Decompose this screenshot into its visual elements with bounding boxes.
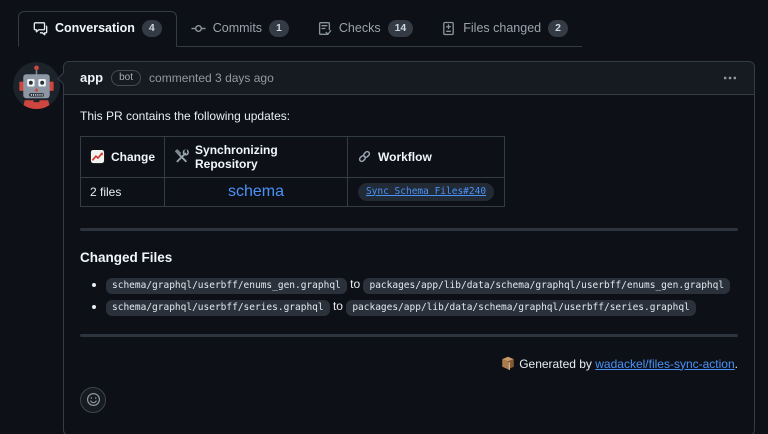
tab-commits-label: Commits — [212, 21, 263, 36]
add-reaction-button[interactable] — [80, 386, 106, 413]
robot-avatar-image — [13, 61, 60, 109]
link-icon — [358, 150, 371, 163]
checklist-icon — [318, 21, 332, 35]
updates-table: Change Synchronizing Repository Workflow… — [79, 135, 506, 207]
tab-checks-label: Checks — [338, 21, 381, 36]
comment-timestamp[interactable]: commented 3 days ago — [149, 71, 274, 85]
divider — [80, 227, 738, 231]
comment-intro: This PR contains the following updates: — [80, 108, 291, 123]
bot-avatar[interactable] — [13, 61, 60, 109]
repo-link[interactable]: schema — [228, 183, 284, 200]
tab-checks-count: 14 — [387, 20, 414, 37]
table-header-row: Change Synchronizing Repository Workflow — [79, 135, 506, 178]
tab-checks[interactable]: Checks 14 — [303, 12, 427, 46]
list-item: schema/graphql/userbff/enums_gen.graphql… — [92, 276, 738, 294]
generated-by-text: Generated by — [519, 356, 596, 371]
files-sync-action-link[interactable]: wadackel/files-sync-action — [595, 357, 734, 371]
comment-discussion-icon — [33, 21, 48, 36]
tab-files-changed-label: Files changed — [463, 21, 542, 36]
tab-conversation[interactable]: Conversation 4 — [18, 11, 177, 47]
tab-commits[interactable]: Commits 1 — [177, 12, 303, 46]
changed-files-heading: Changed Files — [80, 249, 173, 265]
col-repo-label: Synchronizing Repository — [195, 142, 278, 171]
tab-conversation-label: Conversation — [55, 21, 135, 36]
changed-files-list: schema/graphql/userbff/enums_gen.graphql… — [92, 276, 738, 316]
to-label: to — [350, 276, 361, 291]
generated-by-suffix: . — [734, 356, 738, 371]
file-path-from: schema/graphql/userbff/series.graphql — [106, 299, 330, 316]
chart-increasing-icon — [90, 149, 105, 164]
generated-by-line: Generated by wadackel/files-sync-action. — [80, 356, 738, 371]
hammer-and-wrench-icon — [175, 149, 189, 163]
tab-files-changed-count: 2 — [548, 20, 568, 37]
file-path-from: schema/graphql/userbff/enums_gen.graphql — [106, 277, 347, 294]
file-path-to: packages/app/lib/data/schema/graphql/use… — [363, 277, 731, 294]
list-item: schema/graphql/userbff/series.graphql to… — [92, 298, 738, 316]
comment-author[interactable]: app — [80, 70, 103, 85]
to-label: to — [332, 298, 343, 313]
comment-header: app bot commented 3 days ago — [64, 61, 754, 95]
tab-files-changed[interactable]: Files changed 2 — [427, 12, 582, 46]
smiley-icon — [86, 392, 100, 407]
file-path-to: packages/app/lib/data/schema/graphql/use… — [346, 299, 696, 316]
col-workflow-label: Workflow — [378, 149, 432, 164]
git-commit-icon — [191, 24, 206, 32]
tab-commits-count: 1 — [269, 20, 289, 37]
package-icon — [502, 356, 514, 370]
divider — [80, 333, 738, 337]
table-data-row: 2 files schema Sync Schema Files#240 — [79, 176, 506, 207]
tab-conversation-count: 4 — [141, 20, 162, 37]
workflow-run-link[interactable]: Sync Schema Files#240 — [357, 182, 495, 201]
pr-timeline: app bot commented 3 days ago This PR con… — [0, 60, 768, 434]
comment-card: app bot commented 3 days ago This PR con… — [57, 60, 755, 434]
kebab-menu-icon[interactable] — [722, 70, 738, 86]
pr-tabnav: Conversation 4 Commits 1 Checks 14 Files… — [18, 11, 582, 47]
file-diff-icon — [443, 21, 455, 35]
change-value-cell: 2 files — [79, 176, 166, 207]
comment-body: This PR contains the following updates: … — [64, 95, 754, 434]
bot-badge: bot — [111, 69, 142, 86]
col-change-label: Change — [111, 149, 156, 164]
